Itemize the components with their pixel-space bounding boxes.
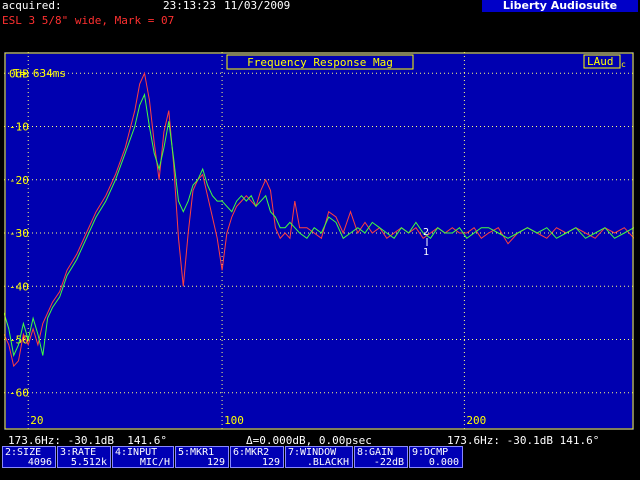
acquired-date: 11/03/2009 [224,0,291,12]
plot-background [4,52,634,430]
size-key[interactable]: 2:SIZE 4096 [2,446,56,468]
plot-title: Frequency Response Mag [247,56,393,69]
y-tick-label: -10 [9,121,29,134]
gain-key-value: -22dB [373,457,404,468]
marker1-key[interactable]: 5:MKR1 129 [175,446,229,468]
y-tick-label: -60 [9,387,29,400]
acquired-time: 23:13:23 [163,0,216,12]
rate-key[interactable]: 3:RATE 5.512k [57,446,111,468]
y-tick-label: -40 [9,280,29,293]
marker2-key-value: 129 [261,457,280,468]
window-key[interactable]: 7:WINDOW .BLACKH [285,446,353,468]
function-key-bar: 2:SIZE 4096 3:RATE 5.512k 4:INPUT MIC/H … [0,446,640,470]
laud-logo: LAud [587,55,614,68]
laud-logo-sub: c [621,60,626,69]
dcmp-key-value: 0.000 [428,457,459,468]
gain-key[interactable]: 8:GAIN -22dB [354,446,408,468]
marker2-key[interactable]: 6:MKR2 129 [230,446,284,468]
x-tick-label: 200 [466,414,486,427]
x-tick-label: 20 [30,414,43,427]
frequency-response-plot[interactable]: 20 100 2000dB-10-20-30-40-50-60 Frequency … [4,52,634,430]
time-window-label: T= 634ms [13,67,66,80]
marker-2-label: 2 [423,227,429,238]
input-key[interactable]: 4:INPUT MIC/H [112,446,174,468]
x-tick-label: 100 [224,414,244,427]
acquired-label: acquired: [2,0,62,12]
window-key-value: .BLACKH [306,457,349,468]
app-brand: Liberty Audiosuite [482,0,638,12]
measurement-subtitle: ESL 3 5/8" wide, Mark = 07 [2,14,175,27]
marker-1-label: 1 [423,247,429,258]
dcmp-key[interactable]: 9:DCMP 0.000 [409,446,463,468]
y-tick-label: -30 [9,227,29,240]
status-bar: 173.6Hz: -30.1dB 141.6° Δ=0.000dB, 0.00p… [0,434,640,447]
size-key-value: 4096 [27,457,52,468]
input-key-value: MIC/H [139,457,170,468]
rate-key-value: 5.512k [70,457,107,468]
marker1-key-value: 129 [206,457,225,468]
y-tick-label: -20 [9,174,29,187]
